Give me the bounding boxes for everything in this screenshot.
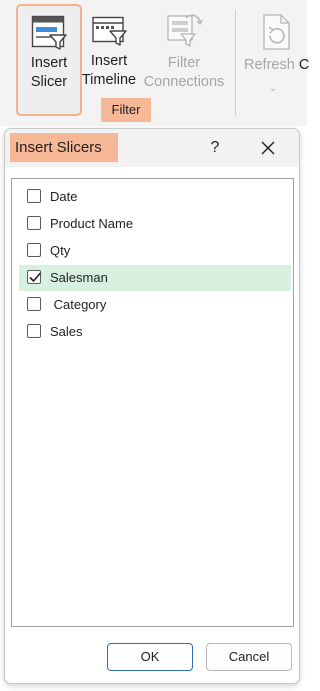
field-item-product-name[interactable]: Product Name — [19, 211, 291, 237]
field-label-category: Category — [50, 297, 107, 312]
field-checkbox-qty[interactable] — [27, 243, 41, 257]
insert-slicer-icon — [31, 15, 67, 50]
field-label-sales: Sales — [50, 324, 83, 339]
field-list[interactable]: Date Product Name Qty Salesman Category … — [11, 178, 294, 627]
filter-connections-button[interactable]: Filter Connections — [142, 4, 226, 92]
dialog-titlebar[interactable]: Insert Slicers ? — [5, 129, 299, 167]
field-label-qty: Qty — [50, 243, 71, 258]
insert-slicer-button[interactable]: Insert Slicer — [16, 4, 82, 116]
field-label-salesman: Salesman — [50, 270, 108, 285]
filter-group-label: Filter — [101, 98, 151, 122]
field-item-date[interactable]: Date — [19, 184, 291, 210]
insert-timeline-icon — [92, 16, 127, 46]
filter-connections-label-line1: Filter — [167, 55, 201, 71]
field-checkbox-category[interactable] — [27, 297, 41, 311]
refresh-label-text: Refresh — [244, 57, 295, 73]
close-button[interactable] — [256, 136, 280, 160]
refresh-chevron-down-icon[interactable]: ⌄ — [269, 79, 310, 98]
insert-timeline-label-line1: Insert — [90, 53, 128, 69]
field-checkbox-product-name[interactable] — [27, 216, 41, 230]
field-checkbox-sales[interactable] — [27, 324, 41, 338]
ribbon: Insert Slicer Insert Timeline Filter Con… — [0, 0, 310, 126]
checkmark-icon — [29, 272, 42, 283]
insert-slicers-dialog: Insert Slicers ? Date Product Name Qty S… — [4, 128, 300, 684]
field-item-category[interactable]: Category — [19, 292, 291, 318]
ribbon-separator — [235, 10, 236, 116]
close-icon — [261, 141, 275, 155]
field-item-qty[interactable]: Qty — [19, 238, 291, 264]
insert-timeline-label-line2: Timeline — [81, 72, 137, 88]
ok-button[interactable]: OK — [107, 643, 193, 671]
field-checkbox-salesman[interactable] — [27, 270, 42, 284]
dialog-title: Insert Slicers — [10, 133, 118, 162]
insert-slicer-label-line1: Insert — [30, 55, 68, 71]
cancel-button[interactable]: Cancel — [206, 643, 292, 671]
refresh-button[interactable]: Refresh C ⌄ — [244, 4, 310, 98]
field-label-date: Date — [50, 189, 78, 204]
insert-slicer-label-line2: Slicer — [30, 74, 68, 90]
filter-connections-label-line2: Connections — [143, 74, 225, 90]
help-button[interactable]: ? — [205, 136, 225, 160]
refresh-label: Refresh C — [244, 56, 310, 75]
insert-timeline-button[interactable]: Insert Timeline — [79, 4, 139, 90]
refresh-icon — [263, 14, 290, 50]
ribbon-overflow-text: C — [298, 57, 310, 73]
filter-connections-icon — [167, 14, 203, 47]
field-checkbox-date[interactable] — [27, 189, 41, 203]
field-label-product-name: Product Name — [50, 216, 134, 231]
field-item-sales[interactable]: Sales — [19, 319, 291, 345]
field-item-salesman[interactable]: Salesman — [19, 265, 291, 291]
